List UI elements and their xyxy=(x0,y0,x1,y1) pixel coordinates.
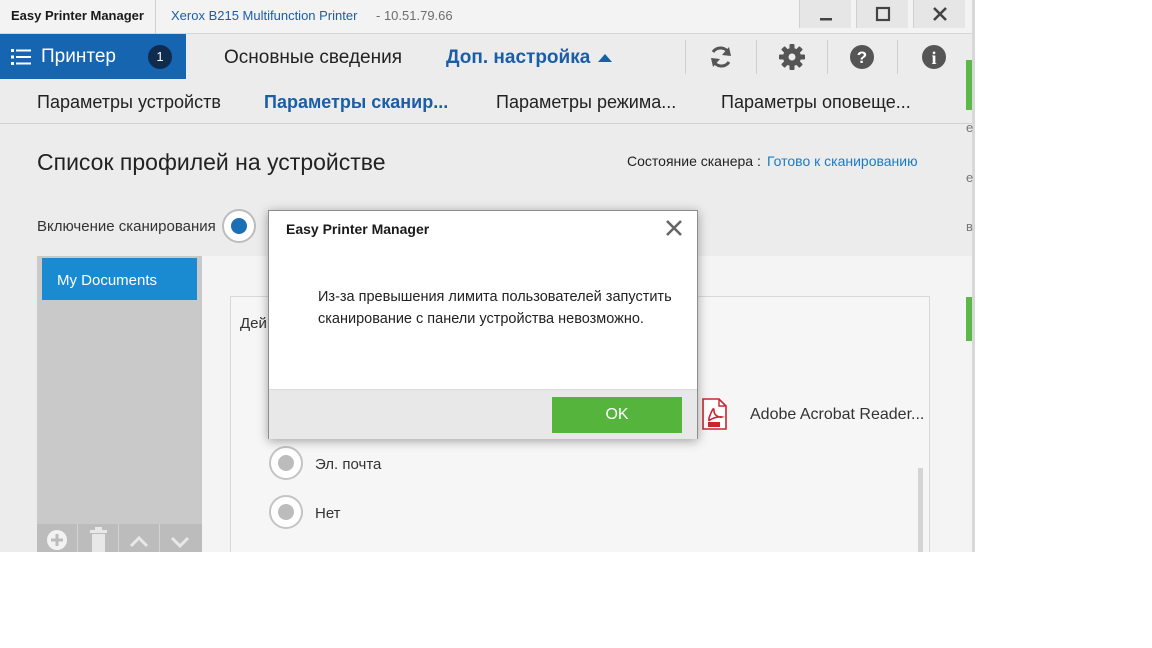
background-text-fragment: е xyxy=(966,120,974,135)
background-green-edge xyxy=(966,297,972,341)
app-window: Easy Printer Manager Xerox B215 Multifun… xyxy=(0,0,972,552)
background-text-fragment: е xyxy=(966,170,974,185)
dialog-footer: OK xyxy=(269,389,697,439)
close-icon[interactable] xyxy=(665,219,683,237)
background-green-edge xyxy=(966,60,972,110)
background-text-fragment: в xyxy=(966,219,973,234)
error-dialog: Easy Printer Manager Из-за превышения ли… xyxy=(268,210,698,439)
background-window-edge xyxy=(972,0,975,552)
dialog-title: Easy Printer Manager xyxy=(286,221,430,237)
ok-button[interactable]: OK xyxy=(552,397,682,433)
dialog-message: Из-за превышения лимита пользователей за… xyxy=(318,289,672,327)
modal-overlay: Easy Printer Manager Из-за превышения ли… xyxy=(0,0,972,552)
